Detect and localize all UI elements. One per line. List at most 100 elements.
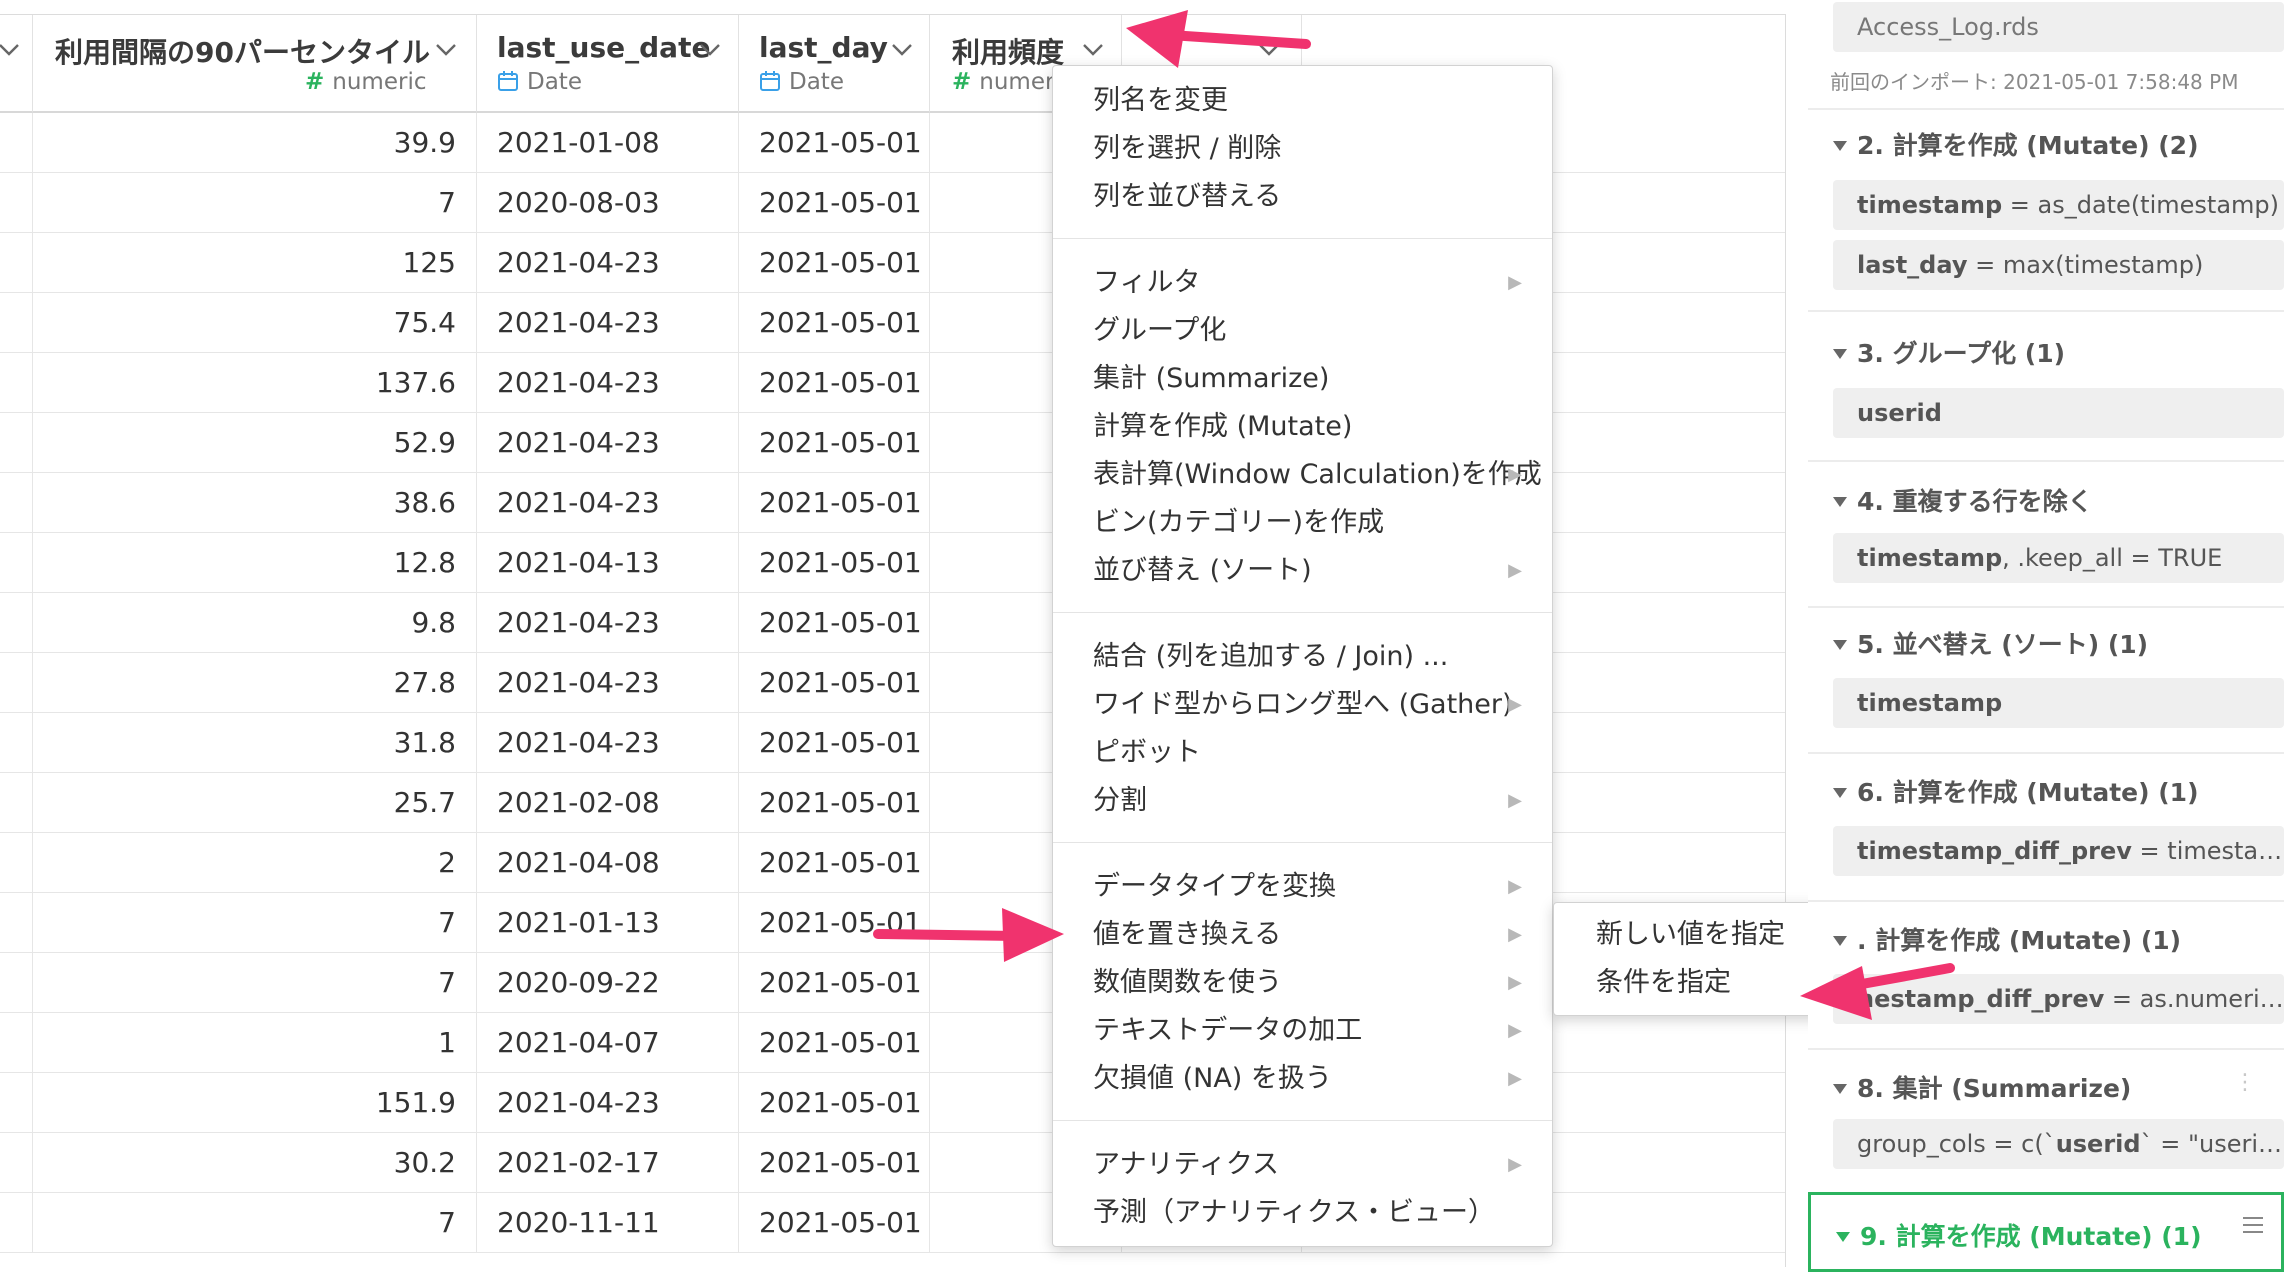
cell-partial[interactable] bbox=[0, 773, 33, 833]
step-6-expression[interactable]: timestamp_diff_prev = timestamp … bbox=[1833, 826, 2284, 876]
cell-p90-interval[interactable]: 52.9 bbox=[33, 413, 477, 473]
cell-partial[interactable] bbox=[0, 533, 33, 593]
menu-item-mutate[interactable]: 計算を作成 (Mutate) bbox=[1093, 404, 1532, 450]
cell-last-use-date[interactable]: 2021-04-23 bbox=[477, 1073, 739, 1133]
step-7-title[interactable]: . 計算を作成 (Mutate) (1) bbox=[1833, 921, 2181, 957]
step-9-title[interactable]: 9. 計算を作成 (Mutate) (1) bbox=[1836, 1217, 2202, 1253]
cell-last-day[interactable]: 2021-05-01 bbox=[739, 533, 930, 593]
cell-p90-interval[interactable]: 30.2 bbox=[33, 1133, 477, 1193]
chevron-down-icon[interactable] bbox=[0, 37, 24, 61]
hamburger-menu-icon[interactable] bbox=[2241, 1213, 2265, 1241]
triangle-down-icon[interactable] bbox=[1833, 497, 1847, 507]
menu-item-convert-type[interactable]: データタイプを変換 ▶ bbox=[1093, 864, 1532, 910]
menu-item-numeric-functions[interactable]: 数値関数を使う ▶ bbox=[1093, 960, 1532, 1006]
cell-last-day[interactable]: 2021-05-01 bbox=[739, 293, 930, 353]
menu-item-window-calculation[interactable]: 表計算(Window Calculation)を作成 ▶ bbox=[1093, 452, 1542, 498]
cell-partial[interactable] bbox=[0, 893, 33, 953]
cell-last-use-date[interactable]: 2021-04-08 bbox=[477, 833, 739, 893]
cell-partial[interactable] bbox=[0, 473, 33, 533]
cell-p90-interval[interactable]: 137.6 bbox=[33, 353, 477, 413]
menu-item-group-by[interactable]: グループ化 bbox=[1093, 308, 1532, 354]
cell-last-use-date[interactable]: 2021-01-08 bbox=[477, 113, 739, 173]
menu-item-handle-na[interactable]: 欠損値 (NA) を扱う ▶ bbox=[1093, 1056, 1532, 1102]
menu-item-select-delete-columns[interactable]: 列を選択 / 削除 bbox=[1093, 126, 1532, 172]
step-4-expression[interactable]: timestamp, .keep_all = TRUE bbox=[1833, 533, 2284, 583]
step-2-expression-1[interactable]: timestamp = as_date(timestamp) bbox=[1833, 180, 2284, 230]
step-2-title[interactable]: 2. 計算を作成 (Mutate) (2) bbox=[1833, 126, 2199, 162]
cell-last-day[interactable]: 2021-05-01 bbox=[739, 1013, 930, 1073]
chevron-down-icon[interactable] bbox=[1078, 37, 1108, 61]
step-5-expression[interactable]: timestamp bbox=[1833, 678, 2284, 728]
cell-partial[interactable] bbox=[0, 1133, 33, 1193]
cell-p90-interval[interactable]: 27.8 bbox=[33, 653, 477, 713]
triangle-down-icon[interactable] bbox=[1833, 788, 1847, 798]
cell-last-use-date[interactable]: 2021-04-23 bbox=[477, 473, 739, 533]
cell-last-day[interactable]: 2021-05-01 bbox=[739, 413, 930, 473]
cell-p90-interval[interactable]: 7 bbox=[33, 1193, 477, 1253]
cell-last-use-date[interactable]: 2020-08-03 bbox=[477, 173, 739, 233]
menu-item-gather[interactable]: ワイド型からロング型へ (Gather) ▶ bbox=[1093, 682, 1532, 728]
chevron-down-icon[interactable] bbox=[695, 37, 725, 61]
cell-last-day[interactable]: 2021-05-01 bbox=[739, 953, 930, 1013]
cell-last-use-date[interactable]: 2021-04-23 bbox=[477, 233, 739, 293]
triangle-down-icon[interactable] bbox=[1833, 141, 1847, 151]
triangle-down-icon[interactable] bbox=[1833, 936, 1847, 946]
cell-partial[interactable] bbox=[0, 293, 33, 353]
column-header-p90-interval[interactable]: 利用間隔の90パーセンタイル # numeric bbox=[33, 15, 477, 113]
cell-p90-interval[interactable]: 151.9 bbox=[33, 1073, 477, 1133]
cell-partial[interactable] bbox=[0, 1193, 33, 1253]
cell-p90-interval[interactable]: 31.8 bbox=[33, 713, 477, 773]
triangle-down-icon[interactable] bbox=[1833, 1084, 1847, 1094]
cell-partial[interactable] bbox=[0, 353, 33, 413]
source-file-field[interactable]: Access_Log.rds bbox=[1833, 2, 2284, 52]
cell-p90-interval[interactable]: 7 bbox=[33, 953, 477, 1013]
cell-last-day[interactable]: 2021-05-01 bbox=[739, 1133, 930, 1193]
triangle-down-icon[interactable] bbox=[1833, 349, 1847, 359]
cell-last-use-date[interactable]: 2021-01-13 bbox=[477, 893, 739, 953]
cell-last-day[interactable]: 2021-05-01 bbox=[739, 833, 930, 893]
cell-last-use-date[interactable]: 2021-04-07 bbox=[477, 1013, 739, 1073]
cell-last-use-date[interactable]: 2021-04-13 bbox=[477, 533, 739, 593]
step-8-expression[interactable]: group_cols = c(`userid` = "userid"),g… bbox=[1833, 1119, 2284, 1169]
cell-last-day[interactable]: 2021-05-01 bbox=[739, 1073, 930, 1133]
cell-last-day[interactable]: 2021-05-01 bbox=[739, 113, 930, 173]
chevron-down-icon[interactable] bbox=[431, 37, 461, 61]
cell-last-use-date[interactable]: 2021-04-23 bbox=[477, 413, 739, 473]
cell-last-use-date[interactable]: 2021-02-17 bbox=[477, 1133, 739, 1193]
cell-last-day[interactable]: 2021-05-01 bbox=[739, 173, 930, 233]
step-4-title[interactable]: 4. 重複する行を除く bbox=[1833, 482, 2093, 518]
kebab-menu-icon[interactable]: ⋮ bbox=[2234, 1070, 2256, 1095]
menu-item-sort[interactable]: 並び替え (ソート) ▶ bbox=[1093, 548, 1532, 594]
menu-item-create-bins[interactable]: ビン(カテゴリー)を作成 bbox=[1093, 500, 1532, 546]
cell-partial[interactable] bbox=[0, 1073, 33, 1133]
cell-last-use-date[interactable]: 2021-04-23 bbox=[477, 593, 739, 653]
step-2-expression-2[interactable]: last_day = max(timestamp) bbox=[1833, 240, 2284, 290]
cell-partial[interactable] bbox=[0, 113, 33, 173]
menu-item-text-processing[interactable]: テキストデータの加工 ▶ bbox=[1093, 1008, 1532, 1054]
chevron-down-icon[interactable] bbox=[1254, 37, 1284, 61]
cell-p90-interval[interactable]: 9.8 bbox=[33, 593, 477, 653]
cell-p90-interval[interactable]: 2 bbox=[33, 833, 477, 893]
cell-p90-interval[interactable]: 25.7 bbox=[33, 773, 477, 833]
cell-last-use-date[interactable]: 2021-04-23 bbox=[477, 713, 739, 773]
cell-last-day[interactable]: 2021-05-01 bbox=[739, 593, 930, 653]
cell-p90-interval[interactable]: 39.9 bbox=[33, 113, 477, 173]
cell-last-day[interactable]: 2021-05-01 bbox=[739, 353, 930, 413]
cell-last-day[interactable]: 2021-05-01 bbox=[739, 653, 930, 713]
step-3-expression[interactable]: userid bbox=[1833, 388, 2284, 438]
cell-p90-interval[interactable]: 7 bbox=[33, 893, 477, 953]
cell-last-use-date[interactable]: 2021-04-23 bbox=[477, 353, 739, 413]
cell-last-use-date[interactable]: 2021-04-23 bbox=[477, 293, 739, 353]
cell-p90-interval[interactable]: 12.8 bbox=[33, 533, 477, 593]
column-header-last-use-date[interactable]: last_use_date Date bbox=[477, 15, 739, 113]
cell-p90-interval[interactable]: 75.4 bbox=[33, 293, 477, 353]
menu-item-join[interactable]: 結合 (列を追加する / Join) ... bbox=[1093, 634, 1532, 680]
cell-partial[interactable] bbox=[0, 593, 33, 653]
cell-last-day[interactable]: 2021-05-01 bbox=[739, 713, 930, 773]
menu-item-replace-values[interactable]: 値を置き換える ▶ bbox=[1093, 912, 1532, 958]
cell-p90-interval[interactable]: 7 bbox=[33, 173, 477, 233]
cell-last-day[interactable]: 2021-05-01 bbox=[739, 473, 930, 533]
menu-item-analytics[interactable]: アナリティクス ▶ bbox=[1093, 1142, 1532, 1188]
cell-last-day[interactable]: 2021-05-01 bbox=[739, 893, 930, 953]
cell-p90-interval[interactable]: 125 bbox=[33, 233, 477, 293]
